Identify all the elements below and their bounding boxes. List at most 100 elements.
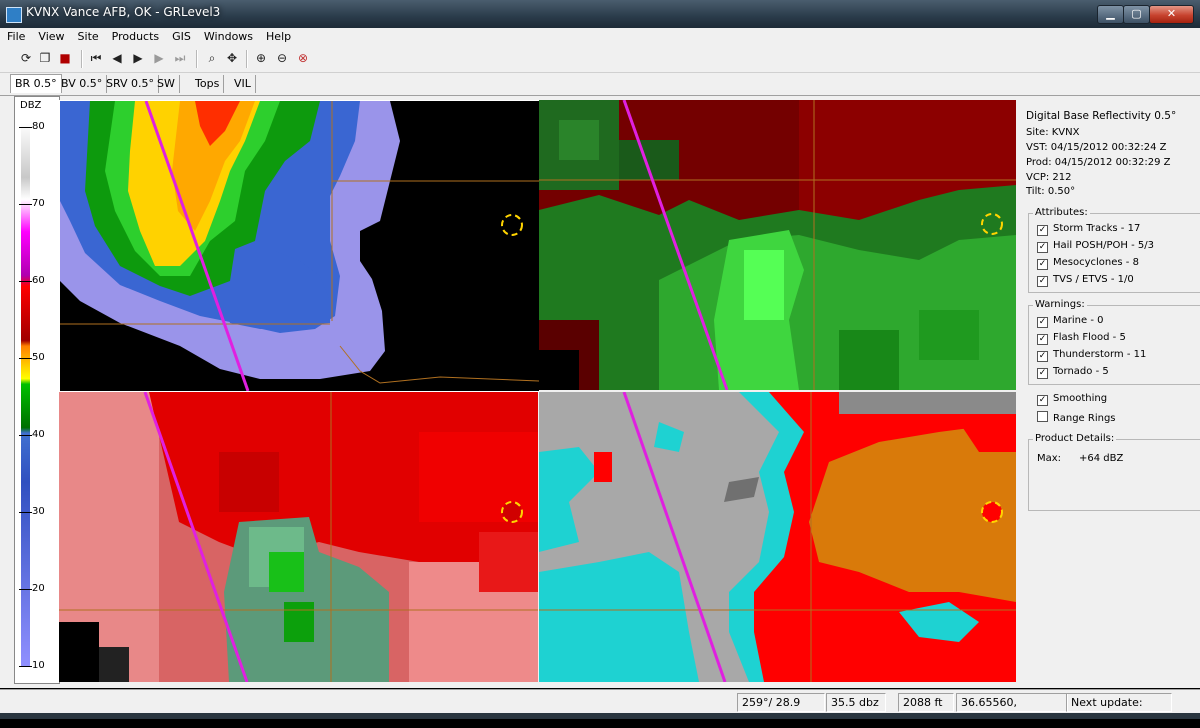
checkbox-checked[interactable]: ✓	[1037, 259, 1048, 270]
legend-tick-mark	[19, 204, 32, 205]
legend-tick-mark	[19, 512, 32, 513]
legend-tick-mark	[19, 281, 32, 282]
pan-icon[interactable]: ✥	[224, 50, 240, 66]
zoom-in-icon[interactable]: ⊕	[253, 50, 269, 66]
toolbar-separator	[196, 50, 198, 68]
attr-tvs[interactable]: ✓ TVS / ETVS - 1/0	[1037, 273, 1134, 287]
toolbar-separator	[246, 50, 248, 68]
velocity-panel[interactable]	[539, 100, 1016, 390]
toolbar-separator	[81, 50, 83, 68]
skip-first-icon[interactable]: ⏮	[88, 50, 104, 66]
minimize-button[interactable]: ▁	[1097, 5, 1124, 24]
tab-bv[interactable]: BV 0.5°	[57, 75, 108, 93]
save-icon[interactable]: ■	[57, 50, 73, 66]
tab-vil[interactable]: VIL	[230, 75, 256, 93]
site-line: Site: KVNX	[1026, 127, 1080, 138]
legend-tick-mark	[19, 589, 32, 590]
menu-gis[interactable]: GIS	[165, 28, 197, 43]
attr-storm-tracks[interactable]: ✓ Storm Tracks - 17	[1037, 222, 1140, 236]
tilt-line: Tilt: 0.50°	[1026, 186, 1076, 197]
copy-icon[interactable]: ❐	[37, 50, 53, 66]
legend-tick: 50	[32, 352, 45, 363]
menu-help[interactable]: Help	[259, 28, 297, 43]
product-name: Digital Base Reflectivity 0.5°	[1026, 110, 1177, 122]
zoom-reset-icon[interactable]: ⊗	[295, 50, 311, 66]
status-bar: 259°/ 28.9 nm 35.5 dbz 2088 ft 36.65560,…	[0, 689, 1200, 726]
spectrum-width-panel[interactable]	[539, 392, 1016, 682]
zoom-icon[interactable]: ⌕	[204, 50, 220, 66]
status-azimuth-range: 259°/ 28.9 nm	[737, 693, 825, 726]
checkbox-checked[interactable]: ✓	[1037, 242, 1048, 253]
smoothing-option[interactable]: ✓ Smoothing	[1037, 392, 1107, 406]
maximize-button[interactable]: ▢	[1123, 5, 1150, 24]
menu-windows[interactable]: Windows	[197, 28, 259, 43]
warnings-group: Warnings: ✓ Marine - 0 ✓ Flash Flood - 5 ✓…	[1028, 299, 1200, 385]
tab-sw[interactable]: SW	[153, 75, 180, 93]
window-title: KVNX Vance AFB, OK - GRLevel3	[26, 5, 221, 19]
attr-hail[interactable]: ✓ Hail POSH/POH - 5/3	[1037, 239, 1154, 253]
attributes-group: Attributes: ✓ Storm Tracks - 17 ✓ Hail POS…	[1028, 207, 1200, 293]
attributes-title: Attributes:	[1033, 207, 1090, 218]
checkbox-checked[interactable]: ✓	[1037, 351, 1048, 362]
toolbar: ⟳ ❐ ■ ⏮ ◀ ▶ ▶ ⏭ ⌕ ✥ ⊕ ⊖ ⊗	[0, 46, 1200, 73]
legend-tick: 80	[32, 121, 45, 132]
dbz-legend: DBZ 80 70 60 50 40 30 20 10	[14, 96, 60, 684]
attr-mesocyclones[interactable]: ✓ Mesocyclones - 8	[1037, 256, 1139, 270]
refresh-icon[interactable]: ⟳	[18, 50, 34, 66]
legend-tick: 10	[32, 660, 45, 671]
step-forward-icon[interactable]: ▶	[151, 50, 167, 66]
legend-tick: 40	[32, 429, 45, 440]
warn-marine[interactable]: ✓ Marine - 0	[1037, 314, 1103, 328]
legend-tick: 30	[32, 506, 45, 517]
legend-tick-mark	[19, 127, 32, 128]
skip-last-icon[interactable]: ⏭	[172, 50, 188, 66]
legend-tick: 60	[32, 275, 45, 286]
close-button[interactable]: ✕	[1149, 5, 1194, 24]
warn-flash-flood[interactable]: ✓ Flash Flood - 5	[1037, 331, 1126, 345]
legend-tick-mark	[19, 358, 32, 359]
checkbox-unchecked[interactable]	[1037, 411, 1048, 422]
prod-line: Prod: 04/15/2012 00:32:29 Z	[1026, 157, 1171, 168]
checkbox-checked[interactable]: ✓	[1037, 225, 1048, 236]
reflectivity-panel[interactable]	[59, 100, 540, 392]
status-height: 2088 ft	[898, 693, 954, 712]
status-next-update: Next update: 01:46	[1066, 693, 1172, 726]
legend-tick: 70	[32, 198, 45, 209]
product-details-group: Product Details: Max: +64 dBZ	[1028, 433, 1200, 511]
step-back-icon[interactable]: ◀	[109, 50, 125, 66]
menu-file[interactable]: File	[0, 28, 31, 43]
vcp-line: VCP: 212	[1026, 172, 1072, 183]
checkbox-checked[interactable]: ✓	[1037, 317, 1048, 328]
zoom-out-icon[interactable]: ⊖	[274, 50, 290, 66]
checkbox-checked[interactable]: ✓	[1037, 368, 1048, 379]
checkbox-checked[interactable]: ✓	[1037, 334, 1048, 345]
checkbox-checked[interactable]: ✓	[1037, 395, 1048, 406]
tab-br[interactable]: BR 0.5°	[10, 74, 62, 93]
taskbar	[0, 713, 1200, 719]
max-label: Max:	[1037, 453, 1062, 464]
max-value: +64 dBZ	[1079, 453, 1124, 464]
legend-tick-mark	[19, 666, 32, 667]
storm-relative-velocity-panel[interactable]	[59, 392, 538, 682]
play-icon[interactable]: ▶	[130, 50, 146, 66]
menu-view[interactable]: View	[31, 28, 70, 43]
range-rings-option[interactable]: Range Rings	[1037, 411, 1116, 425]
app-icon	[6, 7, 22, 23]
menu-site[interactable]: Site	[71, 28, 105, 43]
legend-unit: DBZ	[20, 100, 42, 111]
legend-tick: 20	[32, 583, 45, 594]
tab-tops[interactable]: Tops	[191, 75, 225, 93]
info-panel: Digital Base Reflectivity 0.5° Site: KVN…	[1018, 96, 1200, 688]
menu-products[interactable]: Products	[105, 28, 166, 43]
main-area: DBZ 80 70 60 50 40 30 20 10 Digital Base…	[0, 96, 1200, 688]
title-bar: KVNX Vance AFB, OK - GRLevel3 ▁ ▢ ✕	[0, 0, 1200, 29]
warn-tornado[interactable]: ✓ Tornado - 5	[1037, 365, 1109, 379]
tab-srv[interactable]: SRV 0.5°	[102, 75, 160, 93]
status-value: 35.5 dbz	[826, 693, 886, 712]
legend-tick-mark	[19, 435, 32, 436]
warn-thunderstorm[interactable]: ✓ Thunderstorm - 11	[1037, 348, 1146, 362]
vst-line: VST: 04/15/2012 00:32:24 Z	[1026, 142, 1167, 153]
checkbox-checked[interactable]: ✓	[1037, 276, 1048, 287]
status-coordinates: 36.65560, -98.71909	[956, 693, 1068, 726]
product-details-title: Product Details:	[1033, 433, 1117, 444]
